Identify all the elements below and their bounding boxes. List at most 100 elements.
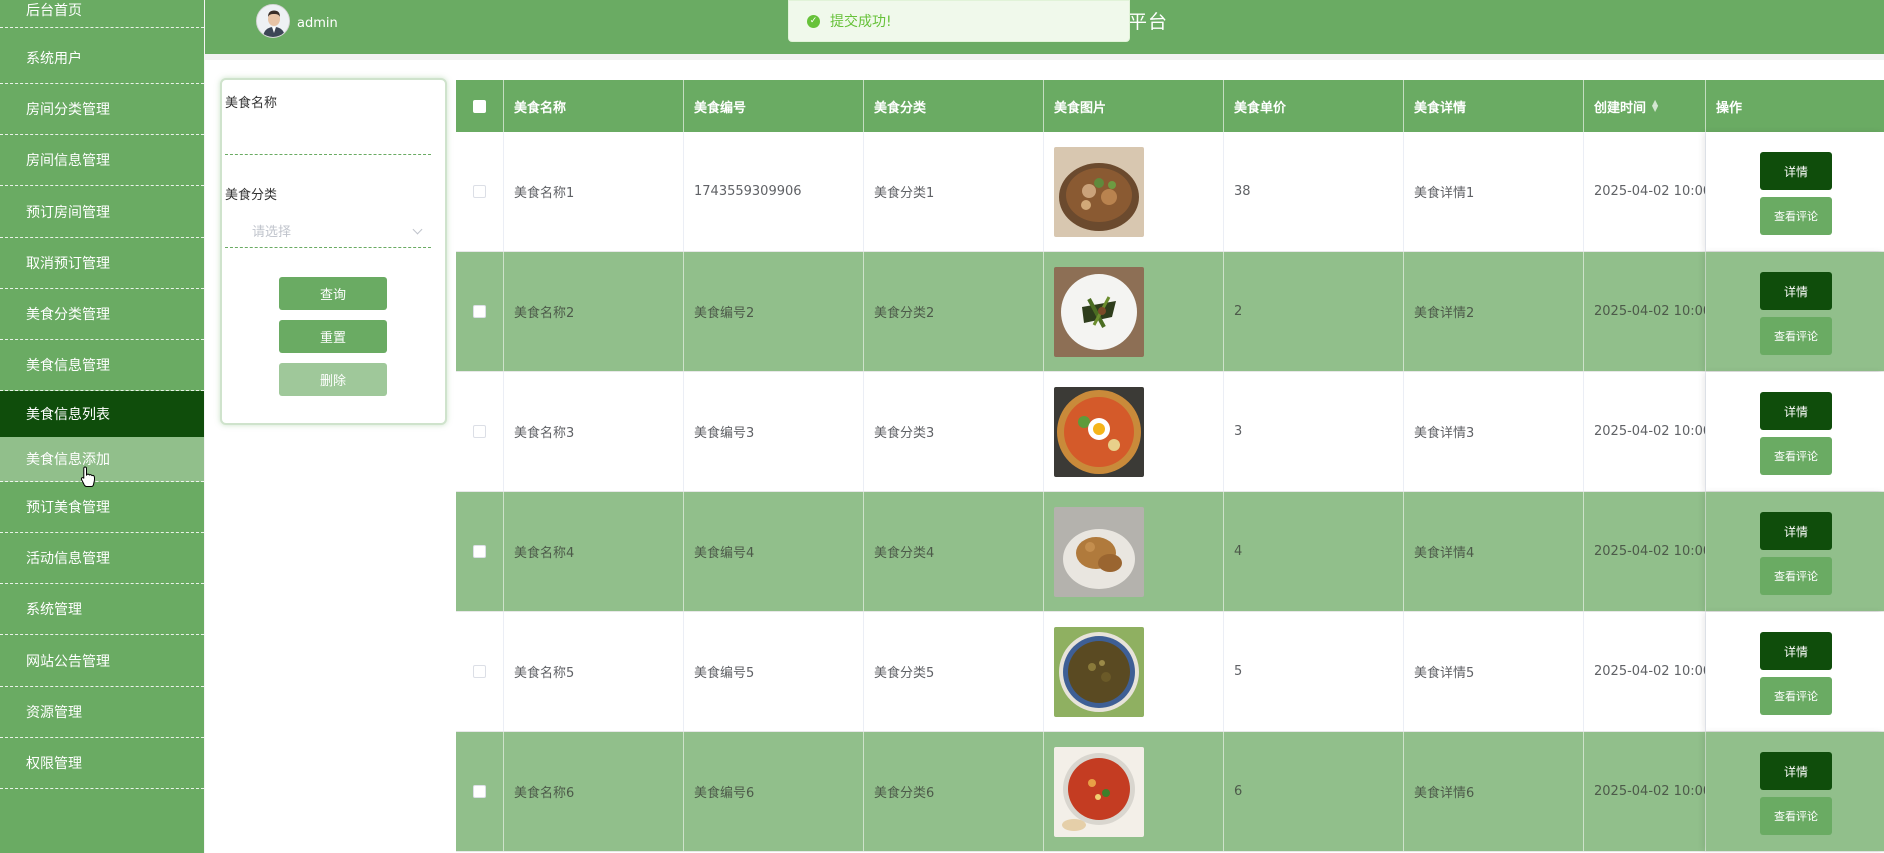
sidebar-item-cancel-booking[interactable]: 取消预订管理: [0, 238, 204, 289]
food-image[interactable]: [1054, 746, 1144, 837]
food-table: 美食名称 美食编号 美食分类 美食图片 美食单价 美食详情 创建时间 ▲ ▼ 操作…: [456, 80, 1884, 853]
view-comments-button[interactable]: 查看评论: [1760, 677, 1832, 715]
cell-code: 1743559309906: [684, 132, 864, 251]
detail-button[interactable]: 详情: [1760, 392, 1832, 430]
sidebar-item-system-users[interactable]: 系统用户: [0, 33, 204, 84]
food-image[interactable]: [1054, 386, 1144, 477]
cell-actions: 详情 查看评论: [1706, 372, 1884, 491]
cell-code: 美食编号3: [684, 372, 864, 491]
food-category-select[interactable]: 请选择: [225, 214, 431, 248]
toast-message: 提交成功!: [830, 14, 892, 30]
select-placeholder: 请选择: [252, 225, 292, 240]
sidebar-item-system[interactable]: 系统管理: [0, 584, 204, 635]
row-select-cell: [456, 252, 504, 371]
view-comments-button[interactable]: 查看评论: [1760, 797, 1832, 835]
row-checkbox[interactable]: [473, 785, 486, 798]
cell-created: 2025-04-02 10:00:25: [1584, 252, 1706, 371]
food-image[interactable]: [1054, 506, 1144, 597]
row-select-cell: [456, 132, 504, 251]
cell-category: 美食分类2: [864, 252, 1044, 371]
food-name-input[interactable]: [225, 121, 431, 155]
sidebar-item-room-category[interactable]: 房间分类管理: [0, 84, 204, 135]
avatar[interactable]: [256, 4, 290, 38]
cell-detail: 美食详情5: [1404, 612, 1584, 731]
row-checkbox[interactable]: [473, 305, 486, 318]
view-comments-button[interactable]: 查看评论: [1760, 197, 1832, 235]
cell-category: 美食分类5: [864, 612, 1044, 731]
sidebar-item-activity[interactable]: 活动信息管理: [0, 533, 204, 584]
sidebar-item-room-info[interactable]: 房间信息管理: [0, 135, 204, 186]
sidebar-item-permissions[interactable]: 权限管理: [0, 738, 204, 789]
sidebar-item-label: 预订美食管理: [26, 500, 110, 516]
sidebar-item-food-add[interactable]: 美食信息添加: [0, 437, 204, 482]
select-all-cell: [456, 80, 504, 132]
sidebar-item-label: 预订房间管理: [26, 204, 110, 221]
query-button[interactable]: 查询: [279, 277, 387, 310]
cell-image: [1044, 612, 1224, 731]
sidebar-item-room-booking[interactable]: 预订房间管理: [0, 186, 204, 238]
cell-code: 美食编号4: [684, 492, 864, 611]
select-all-checkbox[interactable]: [473, 99, 486, 113]
cell-created: 2025-04-02 10:00:25: [1584, 132, 1706, 251]
column-header: 美食名称: [504, 80, 684, 132]
cell-detail: 美食详情2: [1404, 252, 1584, 371]
food-name-label: 美食名称: [225, 96, 278, 111]
username-label[interactable]: admin: [297, 16, 338, 31]
cell-image: [1044, 132, 1224, 251]
sidebar-item-food-booking[interactable]: 预订美食管理: [0, 482, 204, 533]
cell-actions: 详情 查看评论: [1706, 732, 1884, 851]
food-image[interactable]: [1054, 626, 1144, 717]
cell-category: 美食分类3: [864, 372, 1044, 491]
detail-button[interactable]: 详情: [1760, 752, 1832, 790]
sidebar-item-announcement[interactable]: 网站公告管理: [0, 635, 204, 687]
sort-icon[interactable]: ▲ ▼: [1652, 99, 1658, 113]
sidebar-item-label: 房间信息管理: [26, 153, 110, 169]
cell-image: [1044, 372, 1224, 491]
row-checkbox[interactable]: [473, 545, 486, 558]
cell-detail: 美食详情3: [1404, 372, 1584, 491]
view-comments-button[interactable]: 查看评论: [1760, 317, 1832, 355]
view-comments-button[interactable]: 查看评论: [1760, 437, 1832, 475]
row-checkbox[interactable]: [473, 185, 486, 198]
sidebar-item-resources[interactable]: 资源管理: [0, 687, 204, 738]
column-header-created[interactable]: 创建时间 ▲ ▼: [1584, 80, 1706, 132]
sidebar-item-food-category[interactable]: 美食分类管理: [0, 289, 204, 340]
food-category-label: 美食分类: [225, 188, 278, 203]
food-image[interactable]: [1054, 266, 1144, 357]
cell-actions: 详情 查看评论: [1706, 612, 1884, 731]
cell-actions: 详情 查看评论: [1706, 492, 1884, 611]
table-header: 美食名称 美食编号 美食分类 美食图片 美食单价 美食详情 创建时间 ▲ ▼ 操作: [456, 80, 1884, 132]
cell-actions: 详情 查看评论: [1706, 252, 1884, 371]
sidebar-item-food-info[interactable]: 美食信息管理: [0, 340, 204, 391]
sidebar-item-label: 美食信息管理: [26, 358, 110, 374]
view-comments-button[interactable]: 查看评论: [1760, 557, 1832, 595]
sidebar-item-label: 权限管理: [26, 756, 82, 772]
column-header: 美食单价: [1224, 80, 1404, 132]
column-header: 美食详情: [1404, 80, 1584, 132]
detail-button[interactable]: 详情: [1760, 512, 1832, 550]
sidebar-item-label: 房间分类管理: [26, 102, 110, 118]
row-checkbox[interactable]: [473, 425, 486, 438]
detail-button[interactable]: 详情: [1760, 632, 1832, 670]
delete-button[interactable]: 删除: [279, 363, 387, 396]
detail-button[interactable]: 详情: [1760, 152, 1832, 190]
sidebar-item-home[interactable]: 后台首页: [0, 0, 204, 28]
check-circle-icon: ✓: [807, 14, 820, 28]
cell-name: 美食名称1: [504, 132, 684, 251]
cell-code: 美食编号2: [684, 252, 864, 371]
sidebar-item-food-list[interactable]: 美食信息列表: [0, 391, 204, 437]
row-select-cell: [456, 372, 504, 491]
detail-button[interactable]: 详情: [1760, 272, 1832, 310]
reset-button[interactable]: 重置: [279, 320, 387, 353]
cell-price: 5: [1224, 612, 1404, 731]
cell-category: 美食分类1: [864, 132, 1044, 251]
food-image[interactable]: [1054, 146, 1144, 237]
table-row: 美食名称3 美食编号3 美食分类3 3 美食详情3 2025-04-02 10:…: [456, 372, 1884, 492]
column-header: 操作: [1716, 100, 1743, 116]
row-checkbox[interactable]: [473, 665, 486, 678]
success-toast: ✓ 提交成功!: [788, 0, 1130, 42]
sidebar-item-label: 美食信息列表: [26, 407, 110, 423]
cell-created: 2025-04-02 10:00:25: [1584, 612, 1706, 731]
column-header: 美食图片: [1044, 80, 1224, 132]
sidebar-item-label: 系统用户: [26, 51, 82, 67]
